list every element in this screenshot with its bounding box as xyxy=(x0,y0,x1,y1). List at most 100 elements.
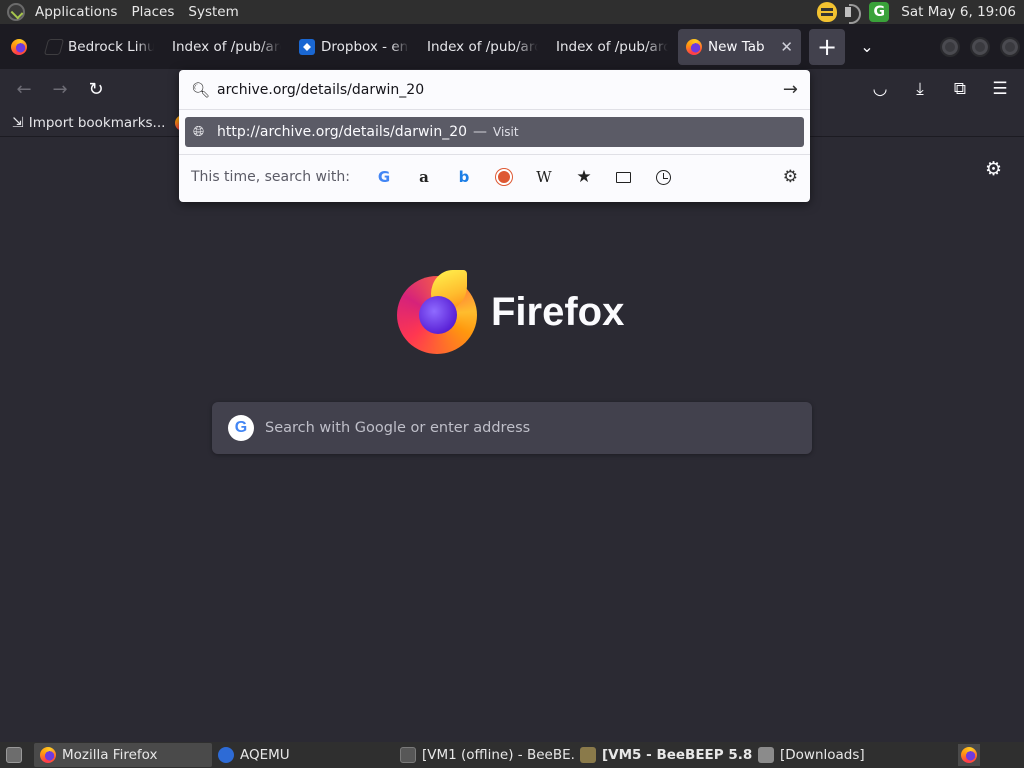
close-tab-icon[interactable]: ✕ xyxy=(772,38,793,56)
search-icon: 🔍︎ xyxy=(191,80,211,99)
firefox-brand: Firefox xyxy=(397,270,624,354)
tab-index-1[interactable]: Index of /pub/arch xyxy=(164,29,289,65)
tab-title: New Tab xyxy=(708,38,765,55)
tab-title: Index of /pub/arch xyxy=(427,38,538,55)
tab-dropbox[interactable]: Dropbox - end xyxy=(291,29,417,65)
desktop-icon xyxy=(6,747,22,763)
import-bookmarks-item[interactable]: ⇲ Import bookmarks... xyxy=(0,115,173,131)
menu-places[interactable]: Places xyxy=(124,0,181,24)
result-separator: — xyxy=(473,124,488,140)
reload-button[interactable]: ↻ xyxy=(78,73,114,105)
panel-tray: G Sat May 6, 19:06 xyxy=(817,2,1024,24)
volume-icon[interactable] xyxy=(843,2,863,24)
go-arrow-icon[interactable]: → xyxy=(783,79,798,100)
window-controls xyxy=(940,36,1024,57)
engine-wikipedia-button[interactable]: W xyxy=(524,161,564,193)
task-mozilla-firefox[interactable]: Mozilla Firefox xyxy=(34,743,212,767)
amazon-icon: a xyxy=(419,168,429,186)
firefox-icon xyxy=(961,747,977,763)
engine-bing-button[interactable]: b xyxy=(444,161,484,193)
tab-strip: Bedrock Linux Index of /pub/arch Dropbox… xyxy=(0,24,1024,69)
bookmarks-search-button[interactable]: ★ xyxy=(564,161,604,193)
downloads-button[interactable]: ⤓ xyxy=(902,73,938,105)
bottom-panel: Mozilla Firefox AQEMU [VM1 (offline) - B… xyxy=(0,742,1024,768)
dropbox-icon xyxy=(299,38,315,55)
pocket-button[interactable]: ◡ xyxy=(862,73,898,105)
bedrock-icon xyxy=(43,38,65,55)
distro-logo-icon[interactable] xyxy=(7,3,25,21)
pocket-icon: ◡ xyxy=(872,79,888,99)
task-label: [VM1 (offline) - BeeBE... xyxy=(422,747,574,763)
beebeep-tray-icon[interactable] xyxy=(817,2,838,22)
task-vm1[interactable]: [VM1 (offline) - BeeBE... xyxy=(394,743,574,767)
download-icon: ⤓ xyxy=(916,79,924,99)
urlbar-value[interactable]: archive.org/details/darwin_20 xyxy=(217,82,783,98)
tab-title: Index of /pub/arch xyxy=(556,38,668,55)
task-label: Mozilla Firefox xyxy=(62,747,158,763)
toolbar-right: ◡ ⤓ ⧉ ☰ xyxy=(862,73,1018,105)
close-window-button[interactable] xyxy=(1000,36,1020,57)
back-button[interactable]: ← xyxy=(6,73,42,105)
one-off-search-bar: This time, search with: G a b W ★ ⚙ xyxy=(179,155,810,199)
firefox-tray-button[interactable] xyxy=(958,744,980,766)
menu-applications[interactable]: Applications xyxy=(28,0,124,24)
star-icon: ★ xyxy=(576,167,592,187)
urlbar-input[interactable]: 🔍︎ archive.org/details/darwin_20 → xyxy=(179,70,810,109)
import-icon: ⇲ xyxy=(12,114,24,131)
reload-icon: ↻ xyxy=(88,78,104,100)
tab-index-3[interactable]: Index of /pub/arch xyxy=(548,29,676,65)
show-desktop-button[interactable] xyxy=(0,743,34,767)
result-url: http://archive.org/details/darwin_20 xyxy=(217,124,468,140)
menu-button[interactable]: ☰ xyxy=(982,73,1018,105)
search-with-label: This time, search with: xyxy=(191,169,350,185)
vm-icon xyxy=(400,747,416,763)
search-placeholder: Search with Google or enter address xyxy=(265,420,531,436)
brand-wordmark: Firefox xyxy=(491,289,625,334)
tab-bedrock[interactable]: Bedrock Linux xyxy=(38,29,162,65)
tabs-icon xyxy=(616,171,632,183)
engine-google-button[interactable]: G xyxy=(364,161,404,193)
engine-amazon-button[interactable]: a xyxy=(404,161,444,193)
minimize-button[interactable] xyxy=(940,36,960,57)
clock[interactable]: Sat May 6, 19:06 xyxy=(895,4,1020,20)
engine-duckduckgo-button[interactable] xyxy=(484,161,524,193)
urlbar-popup: 🔍︎ archive.org/details/darwin_20 → 🌐︎ ht… xyxy=(179,70,810,202)
list-all-tabs-button[interactable]: ⌄ xyxy=(849,29,885,65)
clock-icon xyxy=(656,169,672,185)
new-tab-page: ⚙ Firefox G Search with Google or enter … xyxy=(0,138,1024,742)
gear-icon[interactable]: ⚙ xyxy=(985,158,1002,180)
maximize-button[interactable] xyxy=(970,36,990,57)
firefox-icon xyxy=(40,747,56,763)
tab-title: Dropbox - end xyxy=(321,38,409,55)
beebeep-icon xyxy=(580,747,596,763)
chevron-down-icon: ⌄ xyxy=(860,37,874,56)
tab-index-2[interactable]: Index of /pub/arch xyxy=(419,29,546,65)
aqemu-icon xyxy=(218,747,234,763)
task-label: [VM5 - BeeBEEP 5.8.6] xyxy=(602,747,752,763)
firefox-view-button[interactable] xyxy=(0,24,38,69)
folder-icon xyxy=(758,747,774,763)
google-icon: G xyxy=(228,415,254,441)
tab-new-tab[interactable]: New Tab ✕ xyxy=(678,28,801,65)
task-label: [Downloads] xyxy=(780,747,865,763)
arrow-right-icon: → xyxy=(52,78,68,100)
new-tab-button[interactable]: + xyxy=(809,28,845,65)
top-panel: Applications Places System G Sat May 6, … xyxy=(0,0,1024,24)
tabs-search-button[interactable] xyxy=(604,161,644,193)
urlbar-result-visit[interactable]: 🌐︎ http://archive.org/details/darwin_20 … xyxy=(185,117,804,147)
guake-icon[interactable]: G xyxy=(869,2,890,22)
task-downloads[interactable]: [Downloads] xyxy=(752,743,882,767)
firefox-logo-icon xyxy=(397,270,477,354)
history-search-button[interactable] xyxy=(644,161,684,193)
extensions-button[interactable]: ⧉ xyxy=(942,73,978,105)
newtab-search-box[interactable]: G Search with Google or enter address xyxy=(212,402,812,454)
task-vm5[interactable]: [VM5 - BeeBEEP 5.8.6] xyxy=(574,743,752,767)
hamburger-icon: ☰ xyxy=(992,79,1008,99)
task-aqemu[interactable]: AQEMU xyxy=(212,743,394,767)
menu-system[interactable]: System xyxy=(181,0,245,24)
forward-button[interactable]: → xyxy=(42,73,78,105)
duckduckgo-icon xyxy=(495,169,512,185)
globe-icon: 🌐︎ xyxy=(193,124,205,140)
search-settings-gear-icon[interactable]: ⚙ xyxy=(783,167,798,187)
tab-title: Index of /pub/arch xyxy=(172,38,281,55)
